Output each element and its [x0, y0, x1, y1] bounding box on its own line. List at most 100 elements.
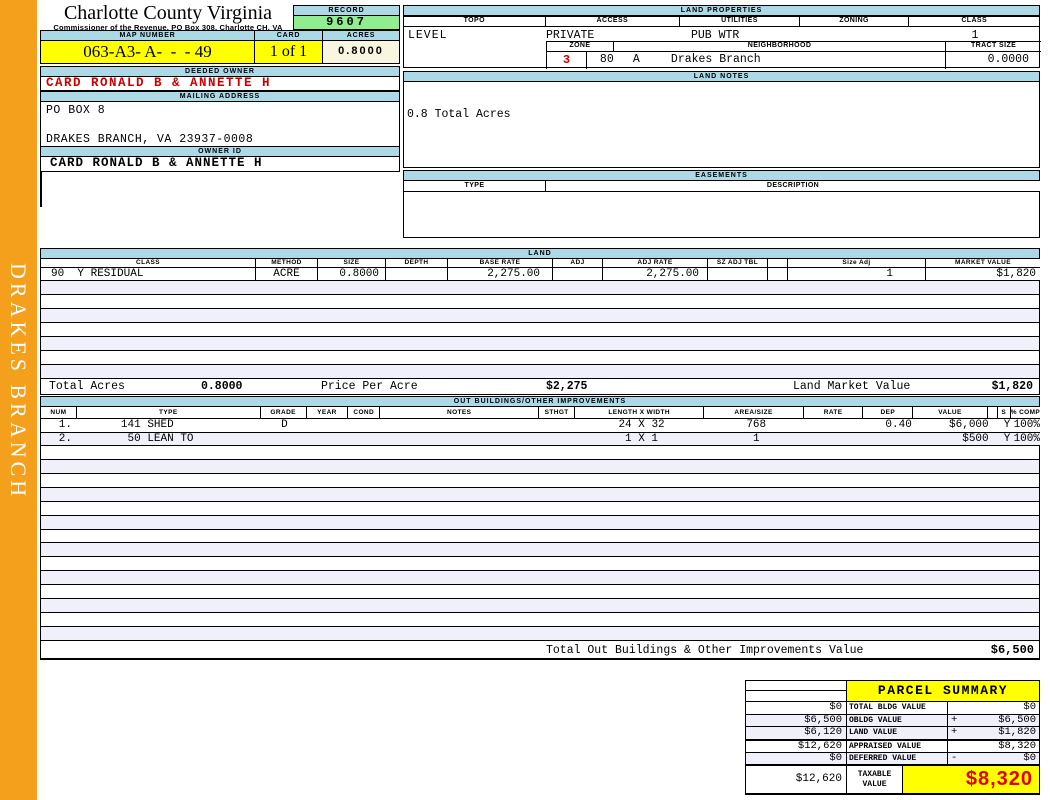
ob-year: [307, 419, 349, 432]
parcel-summary-title: PARCEL SUMMARY: [847, 681, 1039, 702]
empty-row: [41, 530, 1039, 544]
ob-col-value: VALUE: [913, 407, 988, 418]
card-value: 1 of 1: [255, 41, 323, 64]
land-col-market-value: MARKET VALUE: [955, 259, 1011, 266]
land-properties-box: TOPO ACCESS UTILITIES ZONING CLASS LEVEL…: [403, 16, 1041, 69]
empty-row: [41, 502, 1039, 516]
ob-length-width: 1 X 1: [625, 432, 659, 445]
op-deferred: -: [951, 751, 958, 764]
ob-col-pct-comp: % COMP: [1010, 409, 1041, 416]
acres-value: 0.8000: [323, 41, 400, 64]
zone-value: 3: [547, 52, 587, 69]
ob-col-blank: [988, 407, 998, 418]
empty-row: [41, 515, 1039, 530]
summary-prior-header-cell: [746, 681, 847, 702]
empty-row: [41, 365, 1039, 378]
district-vertical-label: DRAKES BRANCH: [6, 263, 31, 501]
prior-appraised: $12,620: [746, 740, 847, 752]
parcel-summary: PARCEL SUMMARY $0 TOTAL BLDG VALUE $0 $6…: [745, 680, 1040, 795]
prior-deferred: $0: [746, 752, 847, 765]
ob-num: 2.: [58, 432, 72, 445]
empty-row: [41, 557, 1039, 572]
ob-col-year: YEAR: [307, 407, 349, 418]
ob-col-sthgt: STHGT: [539, 407, 576, 418]
label-obldg: OBLDG VALUE: [847, 714, 948, 727]
summary-row-total-bldg: $0 TOTAL BLDG VALUE $0: [746, 701, 1039, 714]
empty-row: [41, 351, 1039, 365]
land-col-adj-rate: ADJ RATE: [603, 259, 708, 267]
ob-type: 141 SHED: [120, 419, 174, 431]
price-per-acre-label: Price Per Acre: [321, 380, 418, 393]
summary-row-taxable: $12,620 TAXABLE VALUE $8,320: [746, 764, 1039, 794]
summary-row-appraised: $12,620 APPRAISED VALUE $8,320: [746, 738, 1039, 752]
utilities-label: UTILITIES: [680, 17, 800, 26]
tract-size-label: TRACT SIZE: [946, 42, 1041, 52]
empty-row: [41, 459, 1039, 474]
land-adj-rate-value: 2,275.00: [603, 268, 708, 280]
parcel-id-values: 063-A3- A- - - 49 1 of 1 0.8000: [40, 41, 400, 64]
out-buildings-title: OUT BUILDINGS/OTHER IMPROVEMENTS: [40, 396, 1040, 407]
ob-col-s: S: [998, 407, 1011, 418]
land-properties-header: LAND PROPERTIES: [403, 5, 1040, 16]
neighborhood-name: Drakes Branch: [670, 53, 761, 66]
land-col-size-adj: Size Adj: [788, 259, 926, 267]
ob-type: 50 LEAN TO: [120, 432, 194, 445]
summary-row-deferred: $0 DEFERRED VALUE - $0: [746, 751, 1039, 765]
land-col-base-rate: BASE RATE: [448, 259, 553, 267]
land-market-value-label: Land Market Value: [793, 380, 911, 393]
land-method-value: ACRE: [256, 268, 318, 280]
ob-notes: [381, 433, 541, 446]
value-appraised: $8,320: [998, 739, 1036, 752]
easement-type-label: TYPE: [404, 181, 546, 191]
summary-row-land: $6,120 LAND VALUE + $1,820: [746, 726, 1039, 739]
parcel-id-headers: MAP NUMBER CARD ACRES: [40, 30, 400, 41]
land-sz-adj-tbl-value: [708, 268, 768, 280]
ob-sthgt: [541, 419, 577, 432]
district-sidebar: DRAKES BRANCH: [0, 0, 37, 800]
value-land: $1,820: [998, 726, 1036, 739]
ob-length-width: 24 X 32: [618, 419, 665, 431]
land-table: LAND CLASS METHOD SIZE DEPTH BASE RATE A…: [40, 248, 1040, 395]
ob-col-num: NUM: [41, 407, 77, 418]
ob-value: $500: [962, 432, 989, 445]
land-notes-text: 0.8 Total Acres: [407, 108, 511, 121]
land-col-class: CLASS: [41, 259, 256, 267]
land-class-value: 90 Y RESIDUAL: [41, 268, 256, 280]
easements-column-headers: TYPE DESCRIPTION: [403, 181, 1040, 192]
land-size-adj-value: 1: [788, 268, 926, 280]
ob-col-length-width: LENGTH X WIDTH: [575, 407, 705, 418]
land-empty-rows: [40, 281, 1040, 378]
out-building-row: 2. 50 LEAN TO 1 X 1 1 $500 Y 100%: [40, 432, 1040, 446]
empty-row: [41, 337, 1039, 351]
land-row: 90 Y RESIDUAL ACRE 0.8000 2,275.00 2,275…: [40, 268, 1040, 281]
ob-col-notes: NOTES: [380, 407, 540, 418]
tract-size-value: 0.0000: [987, 53, 1029, 66]
ob-col-rate: RATE: [804, 407, 864, 418]
empty-row: [41, 295, 1039, 309]
land-notes-box: 0.8 Total Acres: [403, 82, 1040, 168]
empty-row: [41, 571, 1039, 586]
easement-description-label: DESCRIPTION: [766, 182, 820, 189]
zoning-label: ZONING: [800, 17, 910, 26]
county-title-block: Charlotte County Virginia Commissioner o…: [42, 3, 294, 32]
land-size-value: 0.8000: [318, 268, 386, 280]
address-line2: DRAKES BRANCH, VA 23937-0008: [46, 133, 254, 146]
land-adj-value: [553, 268, 603, 280]
label-land: LAND VALUE: [847, 727, 948, 739]
mailing-address-header: MAILING ADDRESS: [40, 91, 400, 102]
out-buildings-total-row: Total Out Buildings & Other Improvements…: [40, 640, 1040, 660]
land-market-value: $1,820: [996, 268, 1036, 280]
empty-row: [41, 309, 1039, 323]
ob-area-size: 1: [752, 432, 760, 445]
record-box: RECORD 9607: [293, 5, 400, 30]
op-obldg: +: [951, 713, 958, 726]
empty-row: [41, 585, 1039, 600]
ob-sthgt: [541, 433, 577, 446]
acres-label: ACRES: [323, 30, 400, 41]
land-table-title: LAND: [40, 248, 1040, 259]
land-col-size: SIZE: [318, 259, 386, 267]
class-label: CLASS: [961, 17, 988, 24]
mailing-address-box: PO BOX 8 DRAKES BRANCH, VA 23937-0008: [40, 102, 400, 146]
land-col-depth: DEPTH: [386, 259, 448, 267]
ob-blank: [991, 433, 1001, 446]
